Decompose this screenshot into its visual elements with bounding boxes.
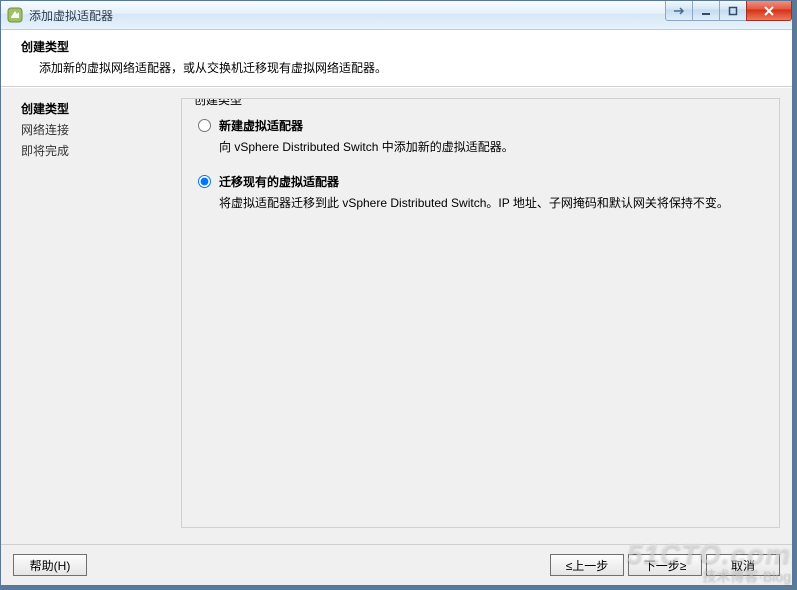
option-new-adapter-label: 新建虚拟适配器 xyxy=(219,117,303,134)
window-title: 添加虚拟适配器 xyxy=(29,7,113,24)
wizard-main: 创建类型 新建虚拟适配器 向 vSphere Distributed Switc… xyxy=(181,88,792,544)
step-network-connection: 网络连接 xyxy=(21,121,173,138)
step-ready-complete: 即将完成 xyxy=(21,142,173,159)
option-migrate-adapter-row[interactable]: 迁移现有的虚拟适配器 xyxy=(198,173,763,190)
dialog-window: 添加虚拟适配器 创建类型 添加新的虚拟网络适配器，或从交换机迁移现有虚拟网络适配… xyxy=(0,0,793,586)
wizard-steps-sidebar: 创建类型 网络连接 即将完成 xyxy=(1,88,181,544)
radio-new-adapter[interactable] xyxy=(198,119,211,132)
option-migrate-adapter-desc: 将虚拟适配器迁移到此 vSphere Distributed Switch。IP… xyxy=(219,194,763,211)
next-button[interactable]: 下一步≥ xyxy=(628,554,702,576)
page-subtitle: 添加新的虚拟网络适配器，或从交换机迁移现有虚拟网络适配器。 xyxy=(39,59,778,76)
back-button[interactable]: ≤上一步 xyxy=(550,554,624,576)
step-create-type[interactable]: 创建类型 xyxy=(21,100,173,117)
wizard-body: 创建类型 网络连接 即将完成 创建类型 新建虚拟适配器 向 vSphere Di… xyxy=(1,87,792,544)
option-new-adapter-row[interactable]: 新建虚拟适配器 xyxy=(198,117,763,134)
cancel-button[interactable]: 取消 xyxy=(706,554,780,576)
close-button[interactable] xyxy=(746,1,792,21)
titlebar: 添加虚拟适配器 xyxy=(1,1,792,30)
option-migrate-adapter-label: 迁移现有的虚拟适配器 xyxy=(219,173,339,190)
app-icon xyxy=(7,7,23,23)
wizard-header: 创建类型 添加新的虚拟网络适配器，或从交换机迁移现有虚拟网络适配器。 xyxy=(1,30,792,87)
group-legend: 创建类型 xyxy=(190,98,246,108)
minimize-button[interactable] xyxy=(692,1,720,21)
window-controls xyxy=(666,1,792,21)
option-new-adapter: 新建虚拟适配器 向 vSphere Distributed Switch 中添加… xyxy=(198,117,763,155)
radio-migrate-adapter[interactable] xyxy=(198,175,211,188)
wizard-footer: 帮助(H) ≤上一步 下一步≥ 取消 xyxy=(1,544,792,585)
option-migrate-adapter: 迁移现有的虚拟适配器 将虚拟适配器迁移到此 vSphere Distribute… xyxy=(198,173,763,211)
option-new-adapter-desc: 向 vSphere Distributed Switch 中添加新的虚拟适配器。 xyxy=(219,138,763,155)
window-help-button[interactable] xyxy=(665,1,693,21)
create-type-group: 创建类型 新建虚拟适配器 向 vSphere Distributed Switc… xyxy=(181,98,780,528)
help-button[interactable]: 帮助(H) xyxy=(13,554,87,576)
page-title: 创建类型 xyxy=(21,38,778,55)
maximize-button[interactable] xyxy=(719,1,747,21)
